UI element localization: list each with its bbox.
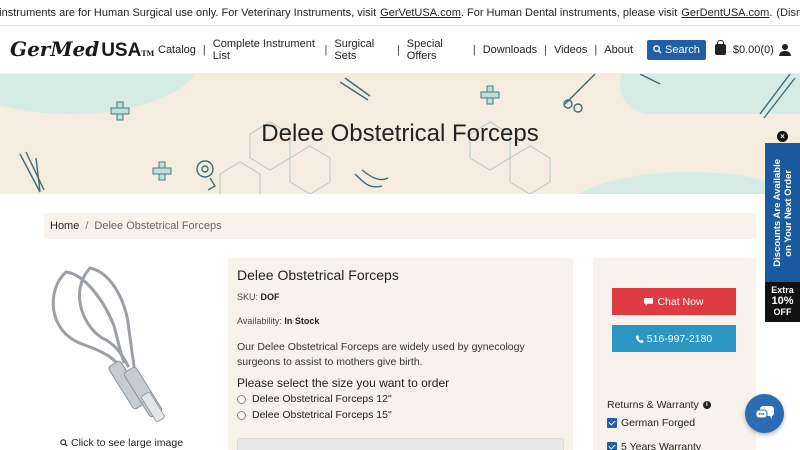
nav-separator: | <box>202 43 206 56</box>
nav-separator: | <box>472 43 476 56</box>
dismiss-link[interactable]: (Dismiss) <box>776 7 800 19</box>
nav-separator: | <box>544 43 547 56</box>
extra-percent: 10% <box>771 295 794 307</box>
notice-text-middle: . For Human Dental instruments, please v… <box>460 6 678 19</box>
size-option[interactable]: Delee Obstetrical Forceps 12" <box>237 393 564 405</box>
breadcrumb-separator: / <box>85 220 89 232</box>
breadcrumb: Home / Delee Obstetrical Forceps <box>44 213 756 239</box>
site-logo[interactable]: GerMed USA TM <box>10 37 154 62</box>
cart-total: $0.00 <box>732 43 761 56</box>
logo-main: GerMed <box>10 37 100 61</box>
checkbox-checked-icon <box>607 418 617 428</box>
size-option-label: Delee Obstetrical Forceps 12" <box>252 393 392 405</box>
product-availability: Availability: In Stock <box>237 316 564 326</box>
info-icon[interactable]: i <box>702 401 711 409</box>
returns-warranty[interactable]: Returns & Warranty i <box>607 399 711 411</box>
gervet-link[interactable]: GerVetUSA.com <box>380 7 461 19</box>
product-info-panel: Delee Obstetrical Forceps SKU: DOF Avail… <box>228 258 573 450</box>
nav-separator: | <box>324 43 328 56</box>
account-icon[interactable] <box>778 43 792 56</box>
discount-close-button[interactable]: × <box>777 131 788 142</box>
feature-german-forged: German Forged <box>607 417 695 429</box>
notice-text: Our instruments are for Human Surgical u… <box>0 6 377 19</box>
size-option[interactable]: Delee Obstetrical Forceps 15" <box>237 409 564 421</box>
size-radio[interactable] <box>237 410 246 420</box>
extra-off: OFF <box>773 307 792 317</box>
shopping-bag-icon <box>714 40 726 55</box>
checkbox-checked-icon <box>607 442 617 450</box>
chat-now-label: Chat Now <box>657 295 704 308</box>
hero-banner: Delee Obstetrical Forceps <box>0 74 800 194</box>
nav-surgical-sets[interactable]: Surgical Sets <box>334 38 390 62</box>
breadcrumb-home[interactable]: Home <box>50 220 79 232</box>
chat-bubbles-icon <box>755 406 774 419</box>
contact-panel: Chat Now 516-997-2180 Returns & Warranty… <box>593 258 756 450</box>
product-sku: SKU: DOF <box>237 292 564 302</box>
logo-tm: TM <box>141 49 155 58</box>
product-description: Our Delee Obstetrical Forceps are widely… <box>237 341 525 368</box>
phone-button[interactable]: 516-997-2180 <box>612 325 736 352</box>
product-title: Delee Obstetrical Forceps <box>237 267 399 283</box>
zoom-icon <box>60 439 68 447</box>
sku-value: DOF <box>260 292 280 302</box>
nav-separator: | <box>396 43 400 56</box>
discount-line-1: Discounts Are Available <box>771 158 783 267</box>
size-option-label: Delee Obstetrical Forceps 15" <box>252 409 392 421</box>
discount-tab[interactable]: Discounts Are Available on Your Next Orde… <box>765 143 800 282</box>
returns-warranty-label: Returns & Warranty <box>607 399 699 411</box>
feature-label: 5 Years Warranty <box>621 441 702 450</box>
page-title: Delee Obstetrical Forceps <box>261 120 539 147</box>
availability-label: Availability: <box>237 316 282 326</box>
nav-about[interactable]: About <box>604 44 633 56</box>
enlarge-image-label: Click to see large image <box>71 437 184 449</box>
main-nav: Catalog | Complete Instrument List | Surgi… <box>158 38 633 62</box>
nav-separator: | <box>594 43 598 56</box>
notice-bar: Our instruments are for Human Surgical u… <box>0 0 800 26</box>
logo-usa: USA <box>101 40 142 61</box>
nav-complete-instrument-list[interactable]: Complete Instrument List <box>213 38 318 62</box>
search-button[interactable]: Search <box>647 39 706 60</box>
cart-button[interactable]: $0.00(0) <box>714 40 774 56</box>
site-header: GerMed USA TM Catalog | Complete Instrume… <box>0 26 800 74</box>
nav-downloads[interactable]: Downloads <box>483 44 537 56</box>
notice-text-after: . <box>769 6 773 19</box>
gerdent-link[interactable]: GerDentUSA.com <box>681 7 769 19</box>
size-select-title: Please select the size you want to order <box>237 376 450 390</box>
cart-count: (0) <box>760 43 774 56</box>
nav-special-offers[interactable]: Special Offers <box>407 38 466 62</box>
feature-label: German Forged <box>621 417 696 429</box>
breadcrumb-current: Delee Obstetrical Forceps <box>94 220 222 232</box>
discount-text: Discounts Are Available on Your Next Orde… <box>772 159 794 267</box>
chat-icon <box>644 297 654 306</box>
enlarge-image-link[interactable]: Click to see large image <box>60 437 183 449</box>
live-chat-button[interactable] <box>745 394 784 433</box>
phone-label: 516-997-2180 <box>646 332 713 345</box>
search-label: Search <box>665 43 700 56</box>
search-icon <box>653 45 662 54</box>
sku-label: SKU: <box>237 292 259 302</box>
size-radio[interactable] <box>237 394 246 404</box>
availability-value: In Stock <box>284 316 320 326</box>
add-to-cart-area[interactable] <box>237 438 564 450</box>
phone-icon <box>635 334 644 343</box>
nav-videos[interactable]: Videos <box>554 44 587 56</box>
discount-line-2: on Your Next Order <box>782 169 794 256</box>
discount-extra-badge[interactable]: Extra 10% OFF <box>765 282 800 322</box>
product-image[interactable] <box>44 262 214 432</box>
nav-catalog[interactable]: Catalog <box>158 44 196 56</box>
chat-now-button[interactable]: Chat Now <box>612 288 736 315</box>
feature-warranty: 5 Years Warranty <box>607 441 701 450</box>
